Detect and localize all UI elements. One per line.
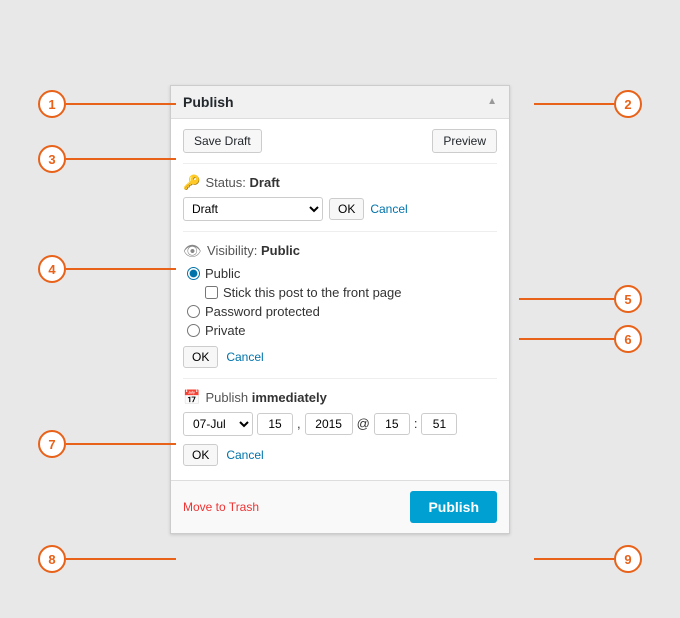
annot-line-2 [534, 103, 614, 105]
annot-line-1 [66, 103, 176, 105]
draft-preview-row: Save Draft Preview [183, 129, 497, 153]
publish-date-row: 07-Jul , @ : [183, 412, 497, 436]
status-select-row: Draft Pending Review OK Cancel [183, 197, 497, 221]
annotation-4: 4 [38, 255, 66, 283]
preview-button[interactable]: Preview [432, 129, 497, 153]
annotation-8: 8 [38, 545, 66, 573]
day-input[interactable] [257, 413, 293, 435]
private-option: Private [183, 323, 497, 338]
password-option: Password protected [183, 304, 497, 319]
annotation-7: 7 [38, 430, 66, 458]
annot-line-7 [66, 443, 176, 445]
public-radio[interactable] [187, 267, 200, 280]
annot-line-4 [66, 268, 176, 270]
visibility-section: 👁 Visibility: Public Public Stick this p… [183, 242, 497, 368]
publish-schedule-label-row: 📅 Publish immediately [183, 389, 497, 406]
schedule-ok-cancel-row: OK Cancel [183, 444, 497, 466]
at-label: @ [357, 416, 370, 431]
public-option: Public [183, 266, 497, 281]
private-label: Private [205, 323, 245, 338]
hour-input[interactable] [374, 413, 410, 435]
outer-wrapper: 1 2 3 4 5 6 7 8 9 Publish ▲ Save Draft P… [0, 0, 680, 618]
annot-line-8 [66, 558, 176, 560]
calendar-icon: 📅 [183, 389, 200, 406]
annotation-2: 2 [614, 90, 642, 118]
annotation-3: 3 [38, 145, 66, 173]
comma-separator: , [297, 416, 301, 431]
divider-3 [183, 378, 497, 379]
visibility-ok-button[interactable]: OK [183, 346, 218, 368]
annot-line-5 [519, 298, 614, 300]
visibility-value: Public [261, 243, 300, 258]
status-cancel-link[interactable]: Cancel [370, 202, 407, 216]
publish-schedule-text: Publish immediately [205, 390, 326, 405]
schedule-cancel-link[interactable]: Cancel [226, 448, 263, 462]
minute-input[interactable] [421, 413, 457, 435]
annot-line-6 [519, 338, 614, 340]
publish-schedule-value: immediately [252, 390, 327, 405]
key-icon: 🔑 [183, 174, 200, 191]
annotation-6: 6 [614, 325, 642, 353]
status-row: 🔑 Status: Draft [183, 174, 497, 191]
password-radio[interactable] [187, 305, 200, 318]
public-label: Public [205, 266, 240, 281]
annotation-9: 9 [614, 545, 642, 573]
sticky-label: Stick this post to the front page [223, 285, 402, 300]
eye-icon: 👁 [183, 242, 202, 260]
visibility-cancel-link[interactable]: Cancel [226, 350, 263, 364]
panel-footer: Move to Trash Publish [171, 480, 509, 533]
publish-button[interactable]: Publish [410, 491, 497, 523]
annotation-1: 1 [38, 90, 66, 118]
publish-schedule-section: 📅 Publish immediately 07-Jul , @ : [183, 389, 497, 466]
year-input[interactable] [305, 413, 353, 435]
password-label: Password protected [205, 304, 320, 319]
schedule-ok-button[interactable]: OK [183, 444, 218, 466]
move-to-trash-link[interactable]: Move to Trash [183, 500, 259, 514]
colon-label: : [414, 416, 418, 431]
status-ok-button[interactable]: OK [329, 198, 364, 220]
panel-header: Publish ▲ [171, 86, 509, 119]
status-label: Status: Draft [205, 175, 279, 190]
status-value: Draft [250, 175, 280, 190]
sticky-checkbox[interactable] [205, 286, 218, 299]
panel-title: Publish [183, 94, 234, 110]
status-select[interactable]: Draft Pending Review [183, 197, 323, 221]
private-radio[interactable] [187, 324, 200, 337]
visibility-ok-cancel-row: OK Cancel [183, 346, 497, 368]
sticky-option: Stick this post to the front page [183, 285, 497, 300]
publish-panel: Publish ▲ Save Draft Preview 🔑 Status: D… [170, 85, 510, 534]
divider-2 [183, 231, 497, 232]
visibility-row: 👁 Visibility: Public [183, 242, 497, 260]
panel-body: Save Draft Preview 🔑 Status: Draft Draft… [171, 119, 509, 480]
date-select[interactable]: 07-Jul [183, 412, 253, 436]
visibility-label: Visibility: Public [207, 243, 300, 258]
divider-1 [183, 163, 497, 164]
annot-line-3 [66, 158, 176, 160]
save-draft-button[interactable]: Save Draft [183, 129, 262, 153]
annotation-5: 5 [614, 285, 642, 313]
panel-collapse-arrow[interactable]: ▲ [487, 96, 497, 107]
annot-line-9 [534, 558, 614, 560]
